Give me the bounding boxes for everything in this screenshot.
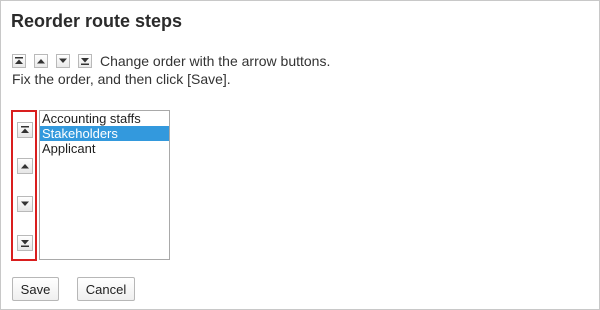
instruction-text: Change order with the arrow buttons. bbox=[100, 53, 331, 69]
move-down-icon bbox=[56, 54, 70, 68]
reorder-buttons-highlight bbox=[11, 110, 37, 261]
double-down-arrow-icon bbox=[21, 240, 29, 247]
route-steps-listbox[interactable]: Accounting staffs Stakeholders Applicant bbox=[39, 110, 170, 260]
save-button[interactable]: Save bbox=[12, 277, 59, 301]
move-to-bottom-icon bbox=[78, 54, 92, 68]
instruction-line-1: Change order with the arrow buttons. bbox=[12, 53, 330, 69]
up-arrow-icon bbox=[21, 164, 29, 169]
list-item[interactable]: Applicant bbox=[40, 141, 169, 156]
list-item[interactable]: Accounting staffs bbox=[40, 111, 169, 126]
dialog-frame: Reorder route steps Change order with th… bbox=[0, 0, 600, 310]
instruction-line-2: Fix the order, and then click [Save]. bbox=[12, 71, 231, 87]
move-to-top-icon bbox=[12, 54, 26, 68]
double-up-arrow-icon bbox=[21, 126, 29, 133]
move-up-button[interactable] bbox=[17, 158, 33, 174]
down-arrow-icon bbox=[21, 201, 29, 206]
page-title: Reorder route steps bbox=[11, 11, 183, 31]
cancel-button[interactable]: Cancel bbox=[77, 277, 135, 301]
move-to-bottom-button[interactable] bbox=[17, 235, 33, 251]
move-up-icon bbox=[34, 54, 48, 68]
move-to-top-button[interactable] bbox=[17, 122, 33, 138]
move-down-button[interactable] bbox=[17, 196, 33, 212]
list-item-selected[interactable]: Stakeholders bbox=[40, 126, 169, 141]
